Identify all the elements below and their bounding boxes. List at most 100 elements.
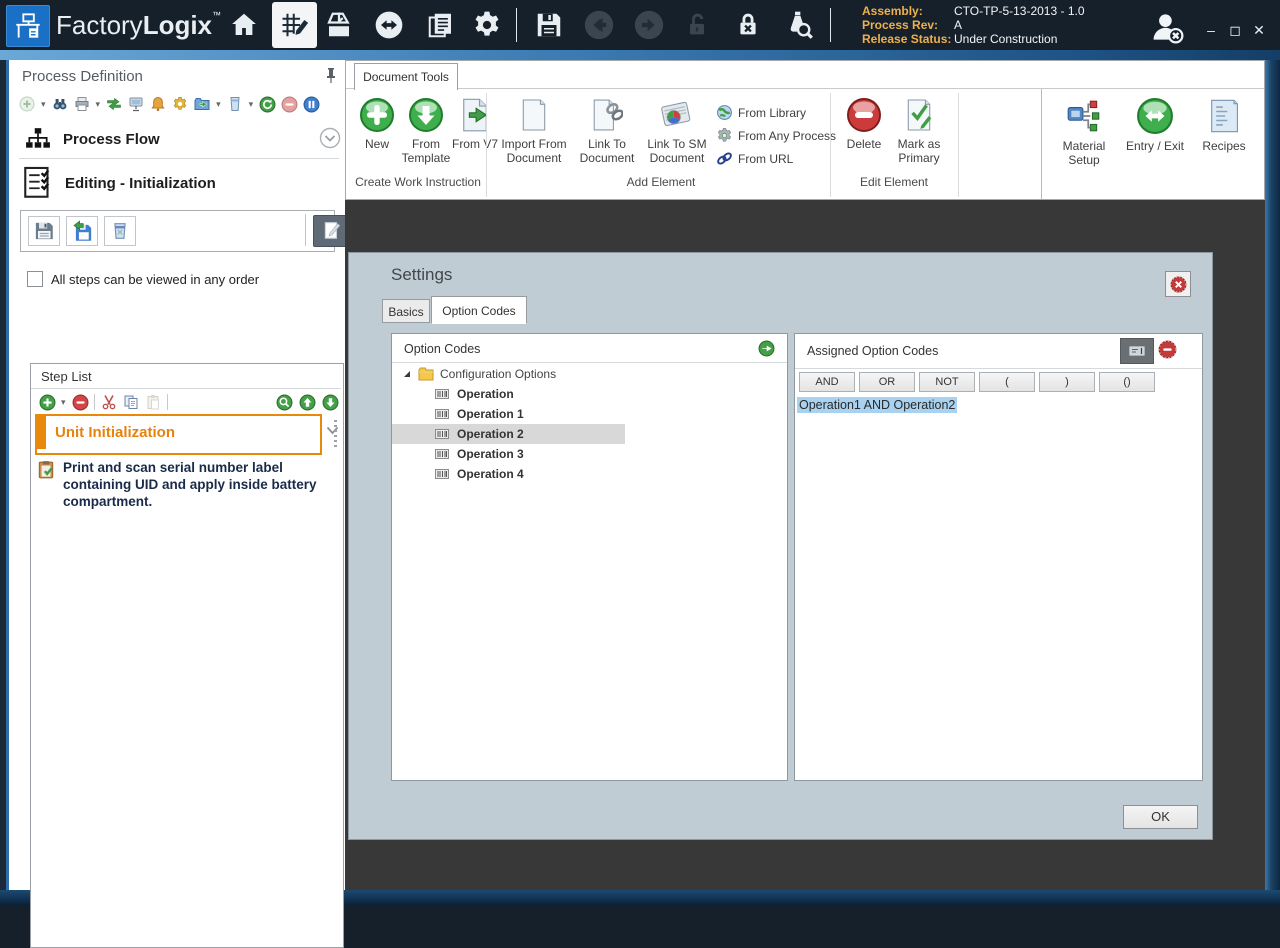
option-codes-header: Option Codes bbox=[404, 342, 480, 356]
tab-document-tools[interactable]: Document Tools bbox=[354, 63, 458, 90]
step-expand-chevron[interactable] bbox=[326, 426, 339, 435]
paste-button[interactable] bbox=[145, 394, 161, 410]
home-button[interactable] bbox=[227, 8, 261, 42]
add-button[interactable] bbox=[39, 394, 55, 410]
back-button[interactable] bbox=[582, 8, 616, 42]
stop-button[interactable] bbox=[281, 96, 297, 112]
from-any-process-button[interactable]: From Any Process bbox=[716, 124, 836, 147]
remove-expression-button[interactable] bbox=[1158, 340, 1177, 359]
process-stack-button[interactable] bbox=[322, 8, 356, 42]
add-step-dropdown[interactable]: ▾ bbox=[41, 99, 46, 110]
from-template-button[interactable]: From Template bbox=[398, 97, 454, 165]
lock-button[interactable] bbox=[731, 8, 765, 42]
maximize-button[interactable]: ◻ bbox=[1222, 22, 1248, 40]
window-left-border bbox=[0, 60, 9, 890]
tree-root-row[interactable]: Configuration Options bbox=[392, 364, 787, 384]
link-to-sm-document-button[interactable]: Link To SM Document bbox=[642, 97, 712, 165]
mark-as-primary-button[interactable]: Mark as Primary bbox=[890, 97, 948, 165]
operator-and-button[interactable]: AND bbox=[799, 372, 855, 392]
find-button[interactable] bbox=[52, 96, 68, 112]
from-url-button[interactable]: From URL bbox=[716, 147, 836, 170]
group-divider bbox=[486, 93, 487, 197]
floppy-import-icon bbox=[71, 220, 93, 242]
presentation-button[interactable] bbox=[128, 96, 144, 112]
dialog-close-button[interactable] bbox=[1165, 271, 1191, 297]
from-library-button[interactable]: From Library bbox=[716, 101, 836, 124]
process-definition-button-active[interactable] bbox=[272, 2, 317, 48]
zoom-step-button[interactable] bbox=[276, 394, 292, 410]
order-checkbox-row[interactable]: All steps can be viewed in any order bbox=[27, 271, 259, 287]
splitter-grip[interactable] bbox=[334, 420, 337, 448]
tree-item-selected[interactable]: Operation 2 bbox=[392, 424, 625, 444]
cut-button[interactable] bbox=[101, 394, 117, 410]
order-checkbox[interactable] bbox=[27, 271, 43, 287]
link-to-document-button[interactable]: Link To Document bbox=[574, 97, 640, 165]
edit-expression-button[interactable] bbox=[1120, 338, 1154, 364]
unlock-button[interactable] bbox=[680, 8, 714, 42]
copy-button[interactable] bbox=[123, 394, 139, 410]
refresh-button[interactable] bbox=[259, 96, 275, 112]
operator-or-button[interactable]: OR bbox=[859, 372, 915, 392]
documents-button[interactable] bbox=[424, 8, 458, 42]
from-any-process-label: From Any Process bbox=[738, 129, 836, 143]
from-v7-label: From V7 bbox=[452, 137, 498, 151]
assign-arrow-button[interactable] bbox=[758, 340, 775, 357]
remove-button[interactable] bbox=[72, 394, 88, 410]
move-up-button[interactable] bbox=[299, 394, 315, 410]
operator-close-paren-button[interactable]: ) bbox=[1039, 372, 1095, 392]
entry-exit-button[interactable]: Entry / Exit bbox=[1118, 97, 1192, 153]
pin-icon[interactable] bbox=[324, 68, 338, 84]
user-logoff-button[interactable] bbox=[1148, 8, 1186, 46]
process-inspect-button[interactable] bbox=[782, 8, 816, 42]
save-button[interactable] bbox=[532, 8, 566, 42]
step-item-selected[interactable]: Unit Initialization bbox=[35, 414, 322, 455]
pause-button[interactable] bbox=[303, 96, 319, 112]
close-window-button[interactable]: ✕ bbox=[1246, 22, 1272, 40]
save-import-button[interactable] bbox=[66, 216, 98, 246]
add-step-button[interactable] bbox=[19, 96, 35, 112]
print-button[interactable] bbox=[74, 96, 90, 112]
collapse-flow-button[interactable] bbox=[319, 127, 341, 149]
tree-item[interactable]: Operation bbox=[392, 384, 787, 404]
tree-item[interactable]: Operation 4 bbox=[392, 464, 787, 484]
bell-button[interactable] bbox=[150, 96, 166, 112]
discard-dropdown[interactable]: ▾ bbox=[249, 99, 254, 110]
move-down-button[interactable] bbox=[322, 394, 338, 410]
expression-text[interactable]: Operation1 AND Operation2 bbox=[797, 398, 957, 412]
print-dropdown[interactable]: ▾ bbox=[96, 99, 101, 110]
gear-icon bbox=[471, 9, 503, 41]
import-from-document-button[interactable]: Import From Document bbox=[496, 97, 572, 165]
process-rev-value: A bbox=[954, 18, 962, 32]
delete-element-button[interactable]: Delete bbox=[840, 97, 888, 151]
export-folder-button[interactable] bbox=[194, 96, 210, 112]
operator-open-paren-button[interactable]: ( bbox=[979, 372, 1035, 392]
add-dropdown[interactable]: ▾ bbox=[61, 397, 66, 408]
process-flow-row[interactable]: Process Flow bbox=[25, 126, 160, 152]
tree-item[interactable]: Operation 1 bbox=[392, 404, 787, 424]
settings-button[interactable] bbox=[470, 8, 504, 42]
forward-button[interactable] bbox=[632, 8, 666, 42]
export-dropdown[interactable]: ▾ bbox=[216, 99, 221, 110]
exchange-button[interactable] bbox=[106, 96, 122, 112]
options-gear-button[interactable] bbox=[172, 96, 188, 112]
material-setup-button[interactable]: Material Setup bbox=[1052, 97, 1116, 167]
ok-button[interactable]: OK bbox=[1123, 805, 1198, 829]
tab-basics[interactable]: Basics bbox=[382, 299, 430, 323]
tab-option-codes[interactable]: Option Codes bbox=[431, 296, 527, 324]
material-setup-label: Material Setup bbox=[1063, 139, 1106, 167]
option-codes-panel: Option Codes Configuration Options Opera… bbox=[391, 333, 788, 781]
new-button[interactable]: New bbox=[354, 97, 400, 151]
minimize-button[interactable]: – bbox=[1198, 22, 1224, 40]
operator-not-button[interactable]: NOT bbox=[919, 372, 975, 392]
delete-icon bbox=[846, 97, 882, 133]
sync-button[interactable] bbox=[372, 8, 406, 42]
from-v7-button[interactable]: From V7 bbox=[450, 97, 500, 151]
operator-parens-button[interactable]: () bbox=[1099, 372, 1155, 392]
save-step-button[interactable] bbox=[28, 216, 60, 246]
discard-step-button[interactable] bbox=[104, 216, 136, 246]
assembly-label: Assembly: bbox=[862, 4, 954, 18]
tree-item[interactable]: Operation 3 bbox=[392, 444, 787, 464]
discard-button[interactable] bbox=[227, 96, 243, 112]
floppy-icon bbox=[34, 221, 54, 241]
recipes-button[interactable]: Recipes bbox=[1194, 97, 1254, 153]
